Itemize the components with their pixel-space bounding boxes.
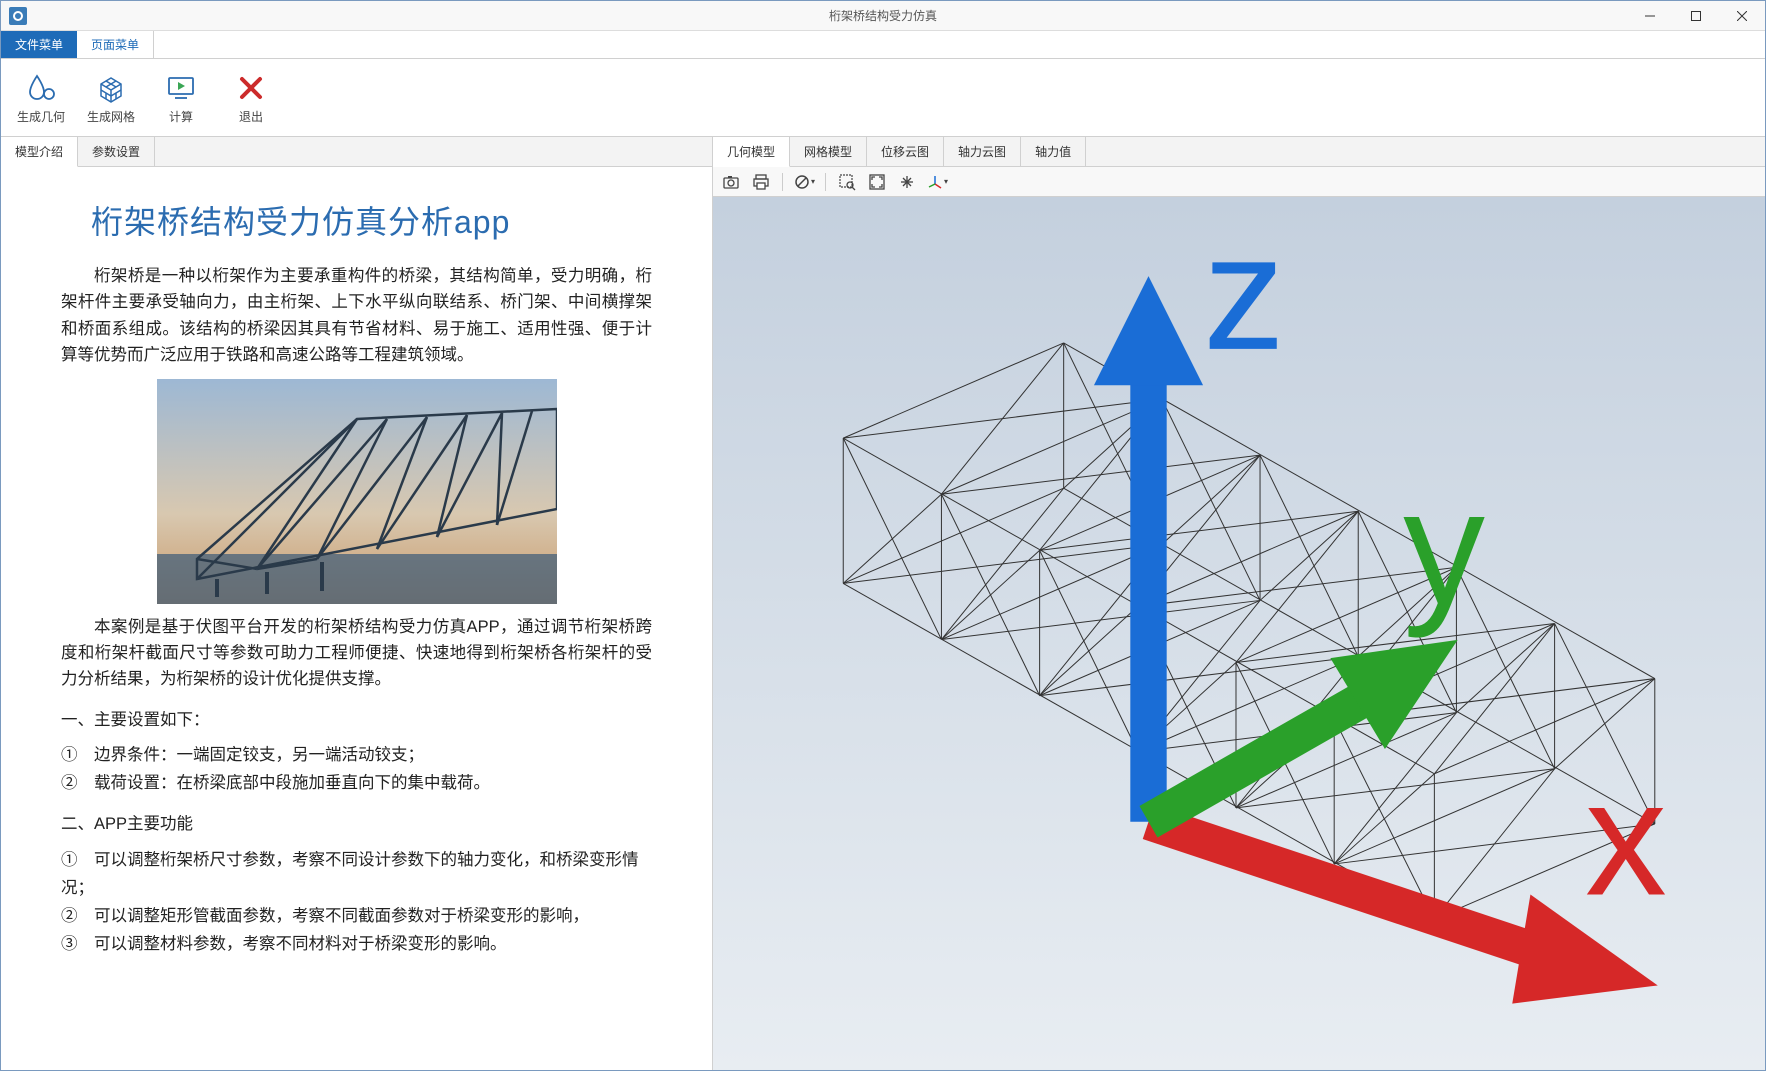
section-1-title: 一、主要设置如下： bbox=[61, 707, 652, 733]
tab-axial-cloud[interactable]: 轴力云图 bbox=[944, 137, 1021, 166]
right-panel: 几何模型 网格模型 位移云图 轴力云图 轴力值 ▾ ▾ bbox=[713, 137, 1765, 1070]
article-p1: 桁架桥是一种以桁架作为主要承重构件的桥梁，其结构简单，受力明确，桁架杆件主要承受… bbox=[61, 263, 652, 369]
monitor-play-icon bbox=[163, 70, 199, 106]
cube-mesh-icon bbox=[93, 70, 129, 106]
drop-icon bbox=[23, 70, 59, 106]
axis-gizmo: z x y bbox=[768, 167, 1766, 1040]
feature-2: ② 可以调整矩形管截面参数，考察不同截面参数对于桥梁变形的影响， bbox=[61, 902, 652, 930]
svg-text:y: y bbox=[1403, 456, 1485, 639]
article-p2: 本案例是基于伏图平台开发的桁架桥结构受力仿真APP，通过调节桁架桥跨度和桁架杆截… bbox=[61, 614, 652, 693]
gen-mesh-button[interactable]: 生成网格 bbox=[81, 65, 141, 130]
bridge-photo bbox=[157, 379, 557, 604]
maximize-button[interactable] bbox=[1673, 1, 1719, 31]
gen-geom-button[interactable]: 生成几何 bbox=[11, 65, 71, 130]
close-button[interactable] bbox=[1719, 1, 1765, 31]
gen-geom-label: 生成几何 bbox=[17, 108, 65, 125]
compute-label: 计算 bbox=[169, 108, 193, 125]
minimize-button[interactable] bbox=[1627, 1, 1673, 31]
window-title: 桁架桥结构受力仿真 bbox=[829, 7, 937, 24]
compute-button[interactable]: 计算 bbox=[151, 65, 211, 130]
app-icon bbox=[9, 7, 27, 25]
tab-geom-model[interactable]: 几何模型 bbox=[713, 137, 790, 167]
exit-button[interactable]: 退出 bbox=[221, 65, 281, 130]
tab-model-intro[interactable]: 模型介绍 bbox=[1, 137, 78, 167]
tab-axial-value[interactable]: 轴力值 bbox=[1021, 137, 1086, 166]
feature-1: ① 可以调整桁架桥尺寸参数，考察不同设计参数下的轴力变化，和桥梁变形情况； bbox=[61, 846, 652, 902]
tab-param-settings[interactable]: 参数设置 bbox=[78, 137, 155, 166]
left-panel: 模型介绍 参数设置 桁架桥结构受力仿真分析app 桁架桥是一种以桁架作为主要承重… bbox=[1, 137, 713, 1070]
gen-mesh-label: 生成网格 bbox=[87, 108, 135, 125]
menu-file[interactable]: 文件菜单 bbox=[1, 31, 77, 58]
tab-disp-cloud[interactable]: 位移云图 bbox=[867, 137, 944, 166]
setting-2: ② 载荷设置：在桥梁底部中段施加垂直向下的集中载荷。 bbox=[61, 769, 652, 797]
3d-viewer[interactable]: z x y bbox=[713, 197, 1765, 1070]
setting-1: ① 边界条件：一端固定铰支，另一端活动铰支； bbox=[61, 741, 652, 769]
exit-label: 退出 bbox=[239, 108, 263, 125]
close-x-icon bbox=[233, 70, 269, 106]
article-title: 桁架桥结构受力仿真分析app bbox=[91, 197, 652, 243]
ribbon: 生成几何 生成网格 计算 退出 bbox=[1, 59, 1765, 137]
menubar: 文件菜单 页面菜单 bbox=[1, 31, 1765, 59]
feature-3: ③ 可以调整材料参数，考察不同材料对于桥梁变形的影响。 bbox=[61, 930, 652, 958]
article-content: 桁架桥结构受力仿真分析app 桁架桥是一种以桁架作为主要承重构件的桥梁，其结构简… bbox=[1, 167, 712, 1070]
section-2-title: 二、APP主要功能 bbox=[61, 811, 652, 837]
titlebar: 桁架桥结构受力仿真 bbox=[1, 1, 1765, 31]
camera-icon[interactable] bbox=[719, 170, 743, 194]
tab-mesh-model[interactable]: 网格模型 bbox=[790, 137, 867, 166]
svg-text:x: x bbox=[1585, 747, 1667, 930]
svg-text:z: z bbox=[1203, 201, 1285, 384]
menu-page[interactable]: 页面菜单 bbox=[77, 31, 154, 58]
